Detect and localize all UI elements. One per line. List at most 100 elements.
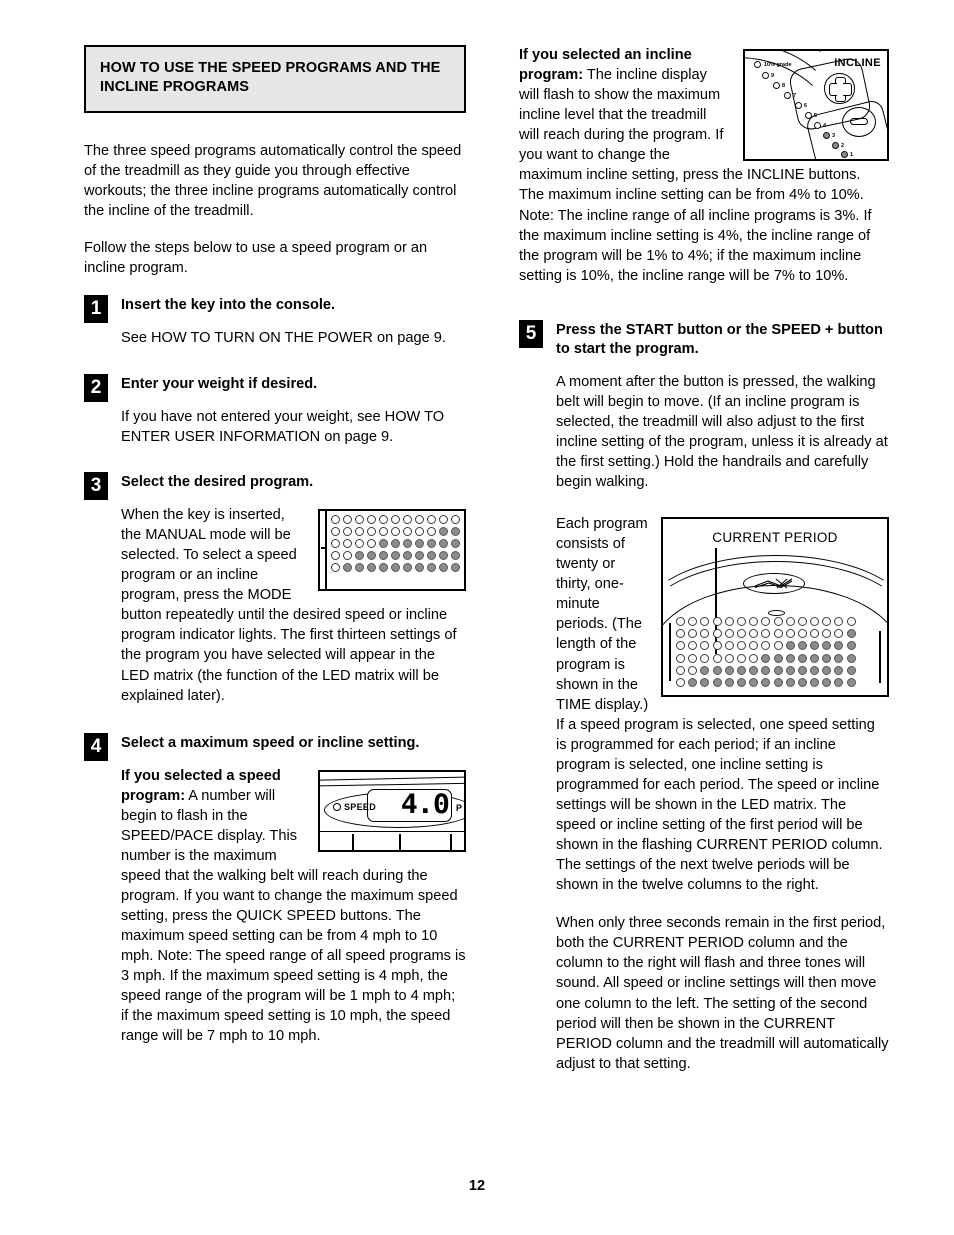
step-4-title: Select a maximum speed or incline settin… xyxy=(121,734,420,751)
led-dot xyxy=(810,641,820,651)
led-dot xyxy=(736,617,746,627)
led-dot xyxy=(331,539,340,549)
led-dot xyxy=(724,665,734,675)
led-dot xyxy=(427,527,436,537)
led-dot xyxy=(822,653,832,663)
led-dot xyxy=(355,563,364,573)
led-dot-grid-small xyxy=(331,515,460,573)
led-dot xyxy=(688,617,698,627)
led-dot xyxy=(676,678,685,687)
console-trim-line-1 xyxy=(320,775,464,781)
section-title-banner: HOW TO USE THE SPEED PROGRAMS AND THE IN… xyxy=(84,45,466,113)
led-dot xyxy=(676,617,685,627)
document-page: HOW TO USE THE SPEED PROGRAMS AND THE IN… xyxy=(0,0,954,1235)
console-bezel-right xyxy=(879,631,881,684)
incline-num-6: 6 xyxy=(804,103,808,109)
led-dot xyxy=(712,678,722,687)
led-dot xyxy=(343,515,352,525)
incline-led-6 xyxy=(795,102,802,109)
console-button-bar xyxy=(320,830,464,832)
led-dot xyxy=(367,527,376,537)
console-button-divider-3 xyxy=(450,833,452,850)
led-dot xyxy=(846,665,856,675)
incline-led-5 xyxy=(805,112,812,119)
step-3-number: 3 xyxy=(84,472,108,501)
led-dot xyxy=(749,617,759,627)
step-4-number: 4 xyxy=(84,732,108,761)
led-dot xyxy=(403,527,412,537)
led-dot xyxy=(331,563,340,573)
page-title: HOW TO USE THE SPEED PROGRAMS AND THE IN… xyxy=(100,60,441,96)
intro-paragraph-1: The three speed programs automatically c… xyxy=(84,142,462,219)
led-dot xyxy=(355,515,364,525)
led-dot xyxy=(439,527,448,537)
speed-indicator-led-icon xyxy=(333,802,341,811)
incline-led-3 xyxy=(823,132,830,139)
led-dot xyxy=(415,527,424,537)
led-dot xyxy=(834,629,844,639)
led-dot xyxy=(379,515,388,525)
led-dot xyxy=(688,678,698,687)
led-dot xyxy=(700,617,710,627)
led-dot xyxy=(797,617,807,627)
led-dot xyxy=(797,653,807,663)
incline-num-7: 7 xyxy=(793,93,797,99)
led-dot xyxy=(391,563,400,573)
led-dot xyxy=(797,641,807,651)
led-dot xyxy=(797,665,807,675)
led-dot xyxy=(810,629,820,639)
incline-led-4 xyxy=(814,122,821,129)
led-dot xyxy=(834,617,844,627)
step-3: 3 Select the desired program. When the k… xyxy=(84,472,466,706)
led-dot xyxy=(810,665,820,675)
led-dot xyxy=(451,551,460,561)
led-dot xyxy=(688,665,698,675)
figure-current-period-console: CURRENT PERIOD xyxy=(661,517,889,698)
led-dot xyxy=(785,629,795,639)
led-dot xyxy=(712,641,722,651)
led-dot xyxy=(846,641,856,651)
led-dot xyxy=(736,641,746,651)
led-dot xyxy=(810,617,820,627)
led-dot xyxy=(761,665,771,675)
pace-label: P xyxy=(456,802,463,813)
led-dot xyxy=(736,653,746,663)
figure-speed-display: SPEED 4.0 P xyxy=(318,769,466,852)
led-dot xyxy=(834,641,844,651)
led-dot xyxy=(427,539,436,549)
led-dot xyxy=(761,653,771,663)
led-dot xyxy=(724,629,734,639)
led-dot xyxy=(415,563,424,573)
led-dot xyxy=(797,678,807,687)
led-dot xyxy=(700,653,710,663)
incline-num-4: 4 xyxy=(823,123,827,129)
led-dot xyxy=(403,539,412,549)
step-3-title: Select the desired program. xyxy=(121,474,314,491)
incline-led-1 xyxy=(841,151,848,158)
led-dot xyxy=(749,641,759,651)
led-dot xyxy=(724,653,734,663)
led-dot xyxy=(451,515,460,525)
led-dot xyxy=(439,515,448,525)
led-dot xyxy=(736,665,746,675)
step-5: 5 Press the START button or the SPEED + … xyxy=(519,319,889,492)
led-dot xyxy=(451,527,460,537)
console-button-divider-2 xyxy=(399,833,401,850)
led-dot xyxy=(415,551,424,561)
console-trim-line-2 xyxy=(320,782,464,787)
step-5-paragraph-1: A moment after the button is pressed, th… xyxy=(556,373,888,490)
led-dot xyxy=(367,515,376,525)
step-2: 2 Enter your weight if desired. If you h… xyxy=(84,373,466,447)
led-dot xyxy=(355,551,364,561)
led-dot xyxy=(688,641,698,651)
led-dot xyxy=(785,665,795,675)
led-dot xyxy=(403,551,412,561)
led-dot xyxy=(676,641,685,651)
led-dot xyxy=(343,527,352,537)
led-dot xyxy=(785,617,795,627)
led-dot xyxy=(700,665,710,675)
speed-lcd-value: 4.0 xyxy=(400,788,450,820)
led-dot xyxy=(391,551,400,561)
led-dot xyxy=(797,629,807,639)
led-dot xyxy=(822,629,832,639)
